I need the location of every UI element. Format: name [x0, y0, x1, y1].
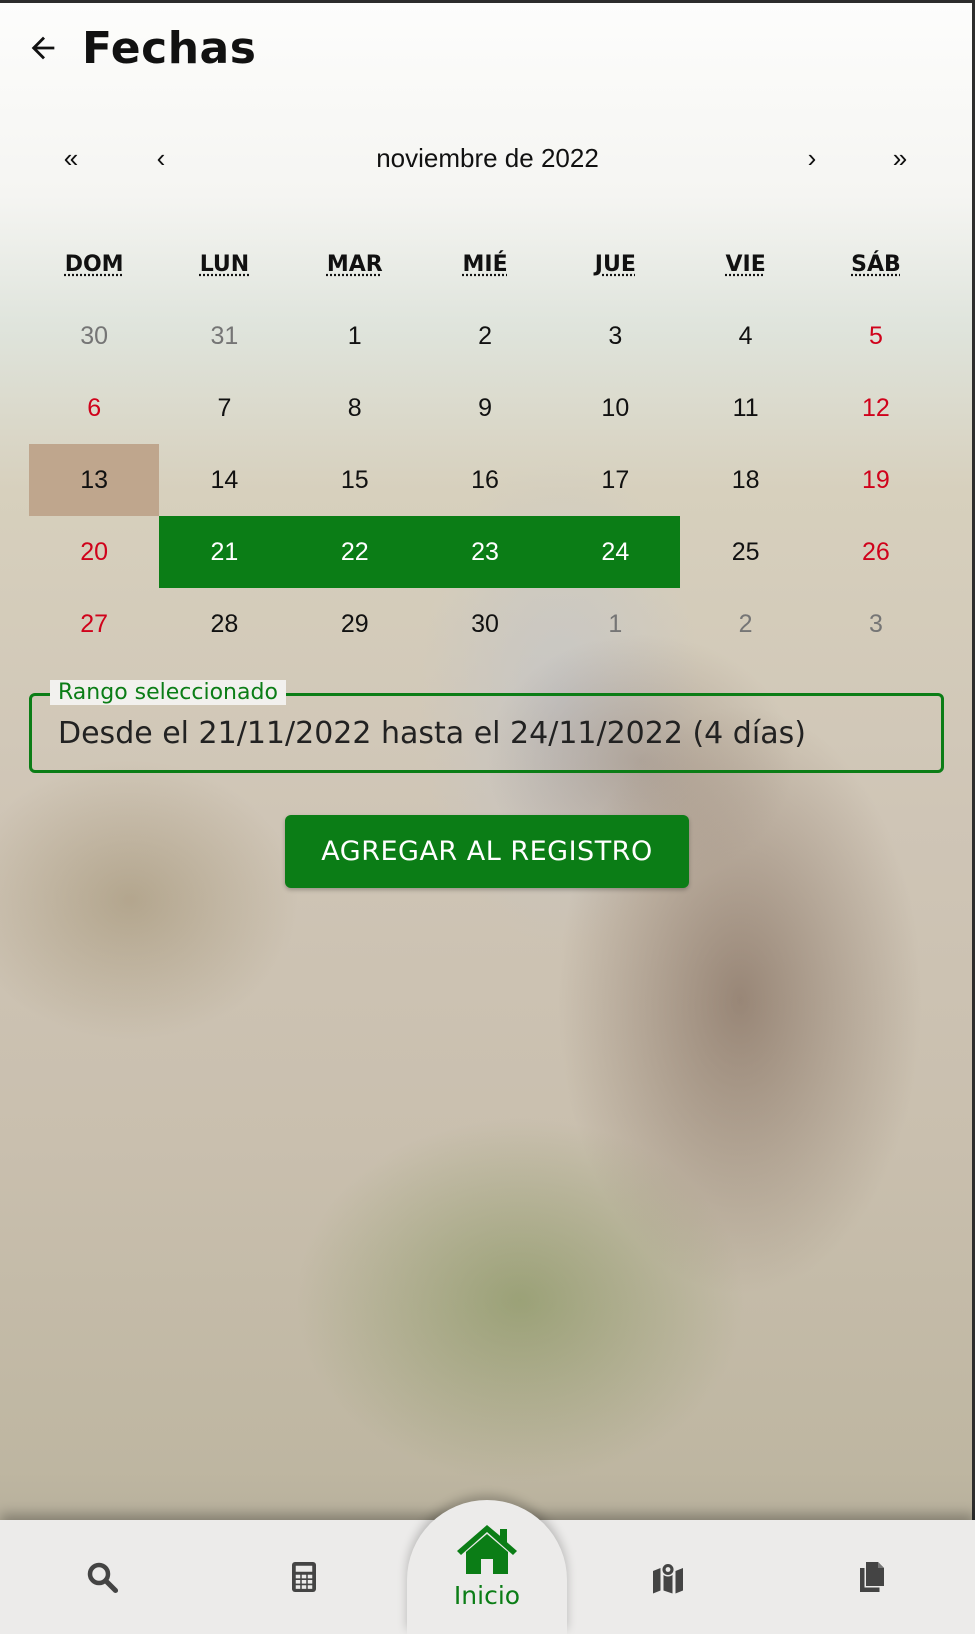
arrow-left-icon[interactable] [26, 31, 60, 65]
weekday-label: JUE [594, 251, 636, 277]
calendar-day[interactable]: 29 [290, 588, 420, 660]
range-value: Desde el 21/11/2022 hasta el 24/11/2022 … [58, 716, 806, 751]
calendar-day[interactable]: 1 [290, 300, 420, 372]
calendar-day[interactable]: 22 [289, 516, 420, 588]
calendar-day[interactable]: 2 [680, 588, 810, 660]
calendar-day[interactable]: 24 [550, 516, 681, 588]
map-location-icon [653, 1562, 683, 1594]
home-tab-label: Inicio [453, 1581, 521, 1610]
weekday-label: MAR [326, 251, 383, 277]
next-year-button[interactable]: » [865, 128, 935, 188]
calendar-day[interactable]: 30 [420, 588, 550, 660]
weekday-label: DOM [64, 251, 124, 277]
day-grid: 30 31 1 2 3 4 5 6 7 8 9 10 11 12 13 14 15 16 17 18 19 20 21 22 2… [29, 300, 941, 660]
calendar-day[interactable]: 28 [159, 588, 289, 660]
tab-documents[interactable] [812, 1520, 932, 1634]
tab-map[interactable] [608, 1520, 728, 1634]
prev-year-button[interactable]: « [36, 128, 106, 188]
tab-home[interactable]: Inicio [407, 1505, 567, 1630]
weekday-label: VIE [725, 251, 766, 277]
calendar-day[interactable]: 9 [420, 372, 550, 444]
weekday-label: LUN [199, 251, 250, 277]
calendar-day[interactable]: 26 [811, 516, 941, 588]
tab-search[interactable] [42, 1520, 162, 1634]
month-label[interactable]: noviembre de 2022 [300, 128, 675, 188]
calendar-day[interactable]: 23 [419, 516, 551, 588]
prev-month-button[interactable]: ‹ [126, 128, 196, 188]
calendar-day[interactable]: 2 [420, 300, 550, 372]
calendar-day[interactable]: 18 [680, 444, 810, 516]
page-title: Fechas [82, 22, 257, 74]
calendar-day[interactable]: 5 [811, 300, 941, 372]
weekday-header: DOM LUN MAR MIÉ JUE VIE SÁB [29, 228, 941, 300]
home-icon [457, 1525, 517, 1574]
calendar-day[interactable]: 1 [550, 588, 680, 660]
copy-documents-icon [860, 1562, 884, 1592]
calendar: DOM LUN MAR MIÉ JUE VIE SÁB 30 31 1 2 3 4 5 6 7 8… [29, 228, 941, 660]
calendar-day[interactable]: 20 [29, 516, 159, 588]
calendar-day[interactable]: 25 [680, 516, 810, 588]
calendar-navigation: « ‹ noviembre de 2022 › » [0, 128, 975, 188]
search-icon [87, 1562, 119, 1594]
tab-calculator[interactable] [244, 1520, 364, 1634]
selected-range-field[interactable]: Rango seleccionado Desde el 21/11/2022 h… [29, 680, 944, 773]
range-label: Rango seleccionado [50, 680, 286, 705]
app-header: Fechas [26, 18, 256, 78]
calendar-day[interactable]: 17 [550, 444, 680, 516]
add-to-registry-button[interactable]: AGREGAR AL REGISTRO [285, 815, 689, 888]
calendar-day[interactable]: 31 [159, 300, 289, 372]
calendar-day[interactable]: 12 [811, 372, 941, 444]
weekday-label: MIÉ [462, 251, 508, 277]
calendar-day[interactable]: 4 [680, 300, 810, 372]
calendar-day[interactable]: 3 [811, 588, 941, 660]
calendar-day[interactable]: 21 [159, 516, 290, 588]
calendar-day[interactable]: 11 [680, 372, 810, 444]
calculator-icon [292, 1562, 316, 1592]
calendar-day[interactable]: 19 [811, 444, 941, 516]
calendar-day[interactable]: 8 [290, 372, 420, 444]
weekday-label: SÁB [851, 251, 901, 277]
top-border [0, 0, 975, 3]
calendar-day[interactable]: 30 [29, 300, 159, 372]
calendar-day[interactable]: 7 [159, 372, 289, 444]
calendar-day[interactable]: 3 [550, 300, 680, 372]
calendar-day[interactable]: 10 [550, 372, 680, 444]
calendar-day[interactable]: 14 [159, 444, 289, 516]
calendar-day[interactable]: 16 [420, 444, 550, 516]
calendar-day[interactable]: 27 [29, 588, 159, 660]
next-month-button[interactable]: › [777, 128, 847, 188]
calendar-day[interactable]: 13 [29, 444, 160, 516]
calendar-day[interactable]: 15 [290, 444, 420, 516]
calendar-day[interactable]: 6 [29, 372, 159, 444]
